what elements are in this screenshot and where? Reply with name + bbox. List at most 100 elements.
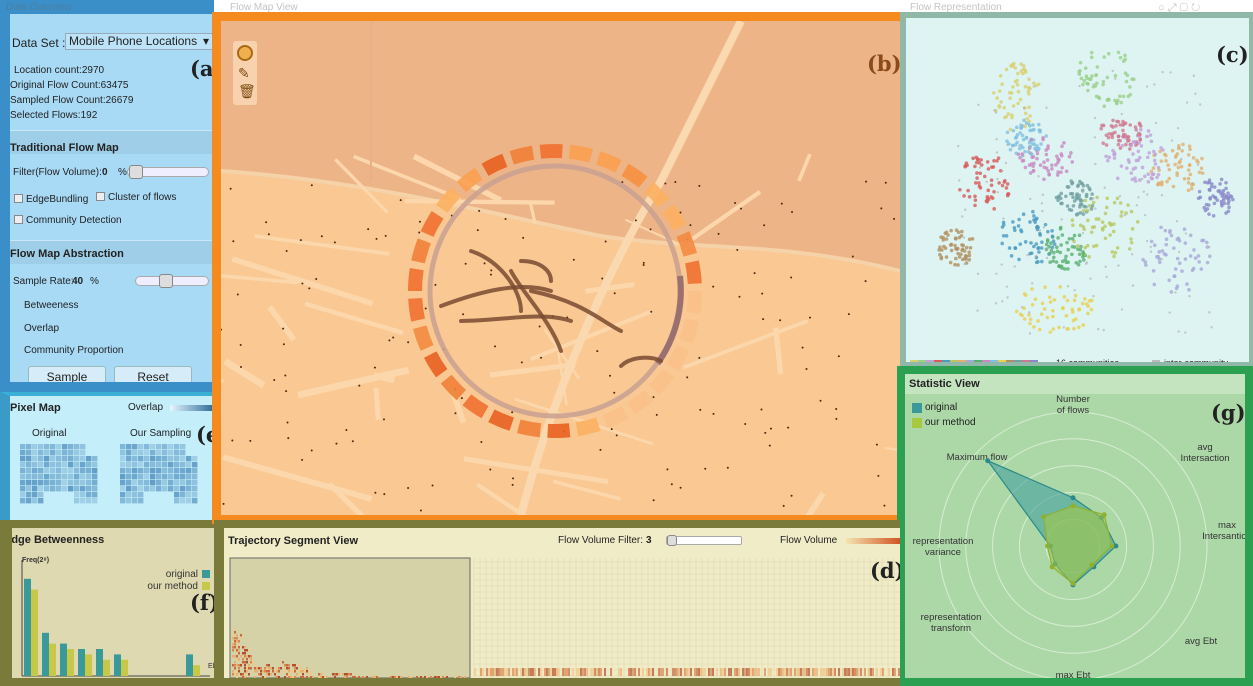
- window-controls-icon[interactable]: ○ ⤢ ▢ ↻: [1158, 2, 1200, 15]
- segment-cell: [234, 637, 236, 640]
- segment-cell: [556, 668, 558, 676]
- segment-cell: [242, 658, 244, 661]
- lasso-icon[interactable]: [237, 45, 253, 61]
- segment-cell: [374, 676, 376, 678]
- location-dot: [679, 211, 682, 214]
- location-dot: [734, 202, 737, 205]
- segment-cell: [660, 668, 662, 676]
- point: [1175, 256, 1180, 261]
- dataset-select[interactable]: Mobile Phone Locations ▾: [65, 33, 213, 50]
- point: [1007, 246, 1012, 250]
- segment-cell: [552, 668, 554, 676]
- point: [1095, 65, 1100, 69]
- point: [1013, 136, 1018, 140]
- point: [1153, 162, 1158, 166]
- point: [1085, 208, 1090, 213]
- slider-knob[interactable]: [667, 535, 677, 546]
- trash-icon[interactable]: 🗑: [238, 84, 256, 98]
- slider-knob[interactable]: [129, 165, 143, 179]
- point: [1005, 182, 1010, 186]
- segment-cell: [838, 668, 840, 676]
- point: [1129, 237, 1133, 241]
- point: [1023, 124, 1027, 129]
- segment-cell: [320, 673, 322, 676]
- pixel-cell: [174, 486, 180, 492]
- option-overlap[interactable]: Overlap: [24, 323, 59, 334]
- pixel-map-sampling[interactable]: [120, 444, 200, 516]
- segment-cell: [420, 676, 422, 678]
- community-detection-checkbox[interactable]: Community Detection: [14, 215, 122, 226]
- segment-cell: [506, 668, 508, 676]
- location-dot: [520, 361, 523, 364]
- point: [1072, 233, 1077, 238]
- point: [1004, 234, 1009, 238]
- inter-point: [1094, 207, 1097, 210]
- trajectory-matrix[interactable]: [224, 552, 900, 678]
- flow-representation-scatter[interactable]: [906, 18, 1249, 368]
- flow-map-canvas[interactable]: [221, 21, 900, 515]
- point: [1188, 147, 1192, 152]
- pixel-cell: [144, 474, 150, 480]
- pixel-cell: [168, 474, 174, 480]
- trajectory-filter-slider[interactable]: [666, 535, 742, 546]
- pixel-cell: [192, 474, 198, 480]
- sample-rate-value: 40: [72, 276, 84, 287]
- inter-point: [1002, 217, 1005, 220]
- road: [373, 387, 381, 421]
- pixel-cell: [32, 468, 38, 474]
- point: [949, 228, 953, 233]
- pixel-cell: [20, 444, 26, 450]
- point: [1062, 295, 1067, 299]
- segment-cell: [440, 676, 442, 678]
- point: [1084, 74, 1089, 78]
- pixel-cell: [44, 444, 50, 450]
- point: [973, 194, 977, 199]
- flow-volume-slider[interactable]: [127, 165, 209, 179]
- location-dot: [236, 293, 239, 296]
- sample-button[interactable]: Sample: [28, 366, 106, 382]
- point: [1027, 313, 1031, 317]
- point: [973, 198, 978, 202]
- pixel-cell: [168, 462, 174, 468]
- point: [1060, 154, 1064, 158]
- road: [304, 301, 404, 336]
- segment-cell: [246, 655, 248, 658]
- inter-point: [1131, 253, 1134, 256]
- segment-cell: [572, 668, 574, 676]
- pixel-cell: [150, 450, 156, 456]
- point: [1124, 142, 1128, 147]
- segment-cell: [236, 673, 238, 676]
- segment-cell: [272, 670, 274, 673]
- cluster-flows-checkbox[interactable]: Cluster of flows: [96, 192, 176, 203]
- ring-segment: [539, 144, 563, 159]
- segment-cell: [242, 646, 244, 649]
- point: [1004, 67, 1009, 72]
- segment-cell: [324, 676, 326, 678]
- point: [961, 243, 966, 248]
- point: [965, 163, 969, 168]
- pixel-cell: [44, 456, 50, 462]
- point: [1115, 246, 1120, 250]
- point: [1089, 50, 1094, 55]
- option-betweenness[interactable]: Betweeness: [24, 300, 78, 311]
- point: [1005, 130, 1010, 135]
- segment-cell: [508, 668, 510, 676]
- edit-icon[interactable]: ✎: [238, 66, 250, 80]
- point: [1009, 113, 1014, 117]
- point: [963, 253, 968, 258]
- point: [1176, 165, 1181, 170]
- sample-rate-slider[interactable]: [135, 274, 209, 288]
- inter-point: [1143, 213, 1147, 217]
- option-community[interactable]: Community Proportion: [24, 345, 123, 356]
- cluster-flows-label: Cluster of flows: [108, 192, 177, 203]
- reset-button[interactable]: Reset: [114, 366, 192, 382]
- inter-point: [1136, 131, 1140, 134]
- edge-bundling-checkbox[interactable]: EdgeBundling: [14, 194, 88, 205]
- pixel-cell: [80, 480, 86, 486]
- pixel-map-original[interactable]: [20, 444, 100, 516]
- segment-cell: [410, 676, 412, 678]
- slider-knob[interactable]: [159, 274, 174, 288]
- point: [1172, 274, 1177, 278]
- location-dot: [805, 367, 808, 370]
- pixel-cell: [74, 486, 80, 492]
